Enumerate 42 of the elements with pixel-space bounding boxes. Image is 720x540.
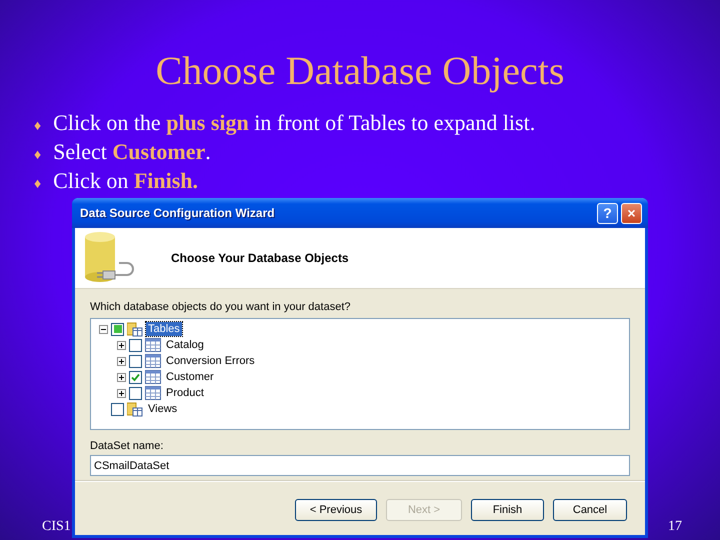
- tree-item[interactable]: Tables: [146, 322, 182, 336]
- bullet-marker: ♦: [34, 148, 42, 164]
- table-icon: [145, 354, 161, 368]
- table-icon: [145, 370, 161, 384]
- wizard-button[interactable]: < Previous: [295, 499, 377, 521]
- checkbox[interactable]: [129, 354, 142, 368]
- close-button[interactable]: ×: [621, 202, 642, 224]
- tree-label: Which database objects do you want in your dataset?: [90, 301, 352, 313]
- window-title: Data Source Configuration Wizard: [80, 206, 276, 220]
- tree-item[interactable]: Customer: [164, 370, 216, 384]
- dataset-name-field[interactable]: CSmailDataSet: [90, 455, 630, 476]
- collapse-icon[interactable]: [99, 324, 108, 334]
- checkbox[interactable]: [111, 402, 124, 416]
- expand-icon[interactable]: [117, 340, 126, 350]
- checkbox[interactable]: [129, 370, 142, 384]
- bullet-marker: ♦: [34, 119, 42, 135]
- expand-icon[interactable]: [117, 372, 126, 382]
- table-icon: [145, 338, 161, 352]
- expand-icon[interactable]: [117, 356, 126, 366]
- expand-icon[interactable]: [117, 388, 126, 398]
- tree-item[interactable]: Conversion Errors: [164, 354, 257, 368]
- checkbox[interactable]: [129, 338, 142, 352]
- folder-table-icon: [127, 322, 143, 336]
- folder-table-icon: [127, 402, 143, 416]
- tree-item[interactable]: Catalog: [164, 338, 206, 352]
- bullet-text: Select Customer.: [53, 139, 211, 165]
- wizard-button[interactable]: Cancel: [553, 499, 627, 521]
- checkbox[interactable]: [111, 322, 124, 336]
- footer-text: CIS1: [42, 519, 71, 535]
- tree-item[interactable]: Views: [146, 402, 180, 416]
- page-number: 17: [668, 519, 682, 535]
- tree-item[interactable]: Product: [164, 386, 206, 400]
- bullet-text: Click on the plus sign in front of Tables to expand list.: [53, 110, 536, 136]
- table-icon: [145, 386, 161, 400]
- wizard-heading: Choose Your Database Objects: [171, 251, 349, 265]
- dataset-label: DataSet name:: [90, 440, 164, 452]
- slide-title: Choose Database Objects: [156, 48, 564, 94]
- checkbox[interactable]: [129, 386, 142, 400]
- bullet-text: Click on Finish.: [53, 168, 198, 194]
- help-button[interactable]: ?: [597, 202, 618, 224]
- wizard-button[interactable]: Finish: [471, 499, 544, 521]
- bullet-marker: ♦: [34, 177, 42, 193]
